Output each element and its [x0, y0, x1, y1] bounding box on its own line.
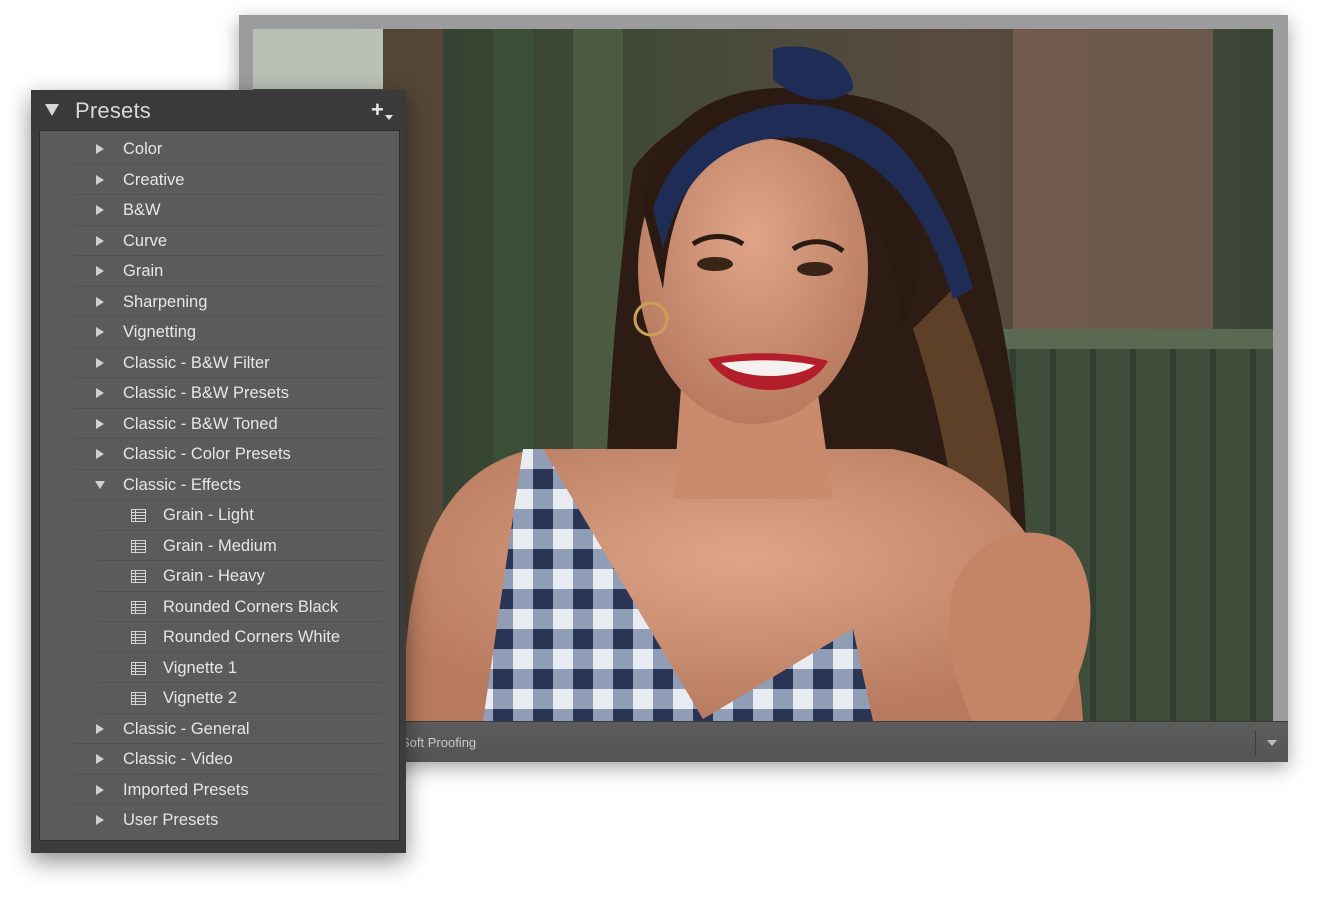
- preset-document-icon: [131, 661, 146, 675]
- disclosure-right-icon[interactable]: [96, 723, 106, 734]
- preset-item-label: Grain - Light: [163, 506, 254, 524]
- triangle-down-icon[interactable]: [45, 104, 59, 116]
- preset-group-label: Grain: [123, 262, 164, 280]
- preset-group-curve[interactable]: Curve: [74, 226, 383, 256]
- preset-item-label: Grain - Heavy: [163, 567, 265, 585]
- preset-group-label: Curve: [123, 231, 168, 250]
- preset-group-label: Classic - B&W Filter: [123, 353, 270, 372]
- disclosure-right-icon[interactable]: [96, 449, 106, 459]
- preset-item-rounded-corners-white[interactable]: Rounded Corners White: [98, 622, 383, 653]
- preset-group-label: Vignetting: [123, 323, 197, 341]
- disclosure-right-icon[interactable]: [96, 144, 106, 154]
- preset-group-label: Classic - Effects: [123, 475, 241, 494]
- chevron-down-icon[interactable]: [1264, 735, 1280, 751]
- preset-group-creative[interactable]: Creative: [74, 165, 383, 195]
- disclosure-right-icon[interactable]: [96, 266, 106, 276]
- preset-item-label: Vignette 1: [163, 658, 238, 677]
- preset-group-label: Creative: [123, 170, 185, 189]
- toolbar-divider: [1255, 730, 1256, 756]
- preset-document-icon: [131, 570, 146, 583]
- preset-document-icon: [131, 539, 146, 553]
- disclosure-right-icon[interactable]: [96, 205, 106, 215]
- preset-group-classic-bw-presets[interactable]: Classic - B&W Presets: [74, 378, 383, 409]
- preset-group-label: Classic - Color Presets: [123, 445, 291, 463]
- preset-group-label: Classic - General: [123, 719, 250, 738]
- preset-group-label: Sharpening: [123, 292, 208, 311]
- plus-icon[interactable]: +: [371, 99, 395, 123]
- preset-document-icon: [131, 692, 146, 705]
- preset-group-classic-bw-toned[interactable]: Classic - B&W Toned: [74, 409, 383, 439]
- disclosure-right-icon[interactable]: [96, 784, 106, 795]
- preset-group-label: B&W: [123, 201, 161, 219]
- preset-group-color[interactable]: Color: [74, 134, 383, 165]
- preset-group-classic-video[interactable]: Classic - Video: [74, 744, 383, 775]
- preset-group-sharpening[interactable]: Sharpening: [74, 287, 383, 317]
- preset-item-label: Grain - Medium: [163, 536, 277, 555]
- preset-group-bw[interactable]: B&W: [74, 195, 383, 226]
- preset-item-grain-light[interactable]: Grain - Light: [98, 500, 383, 531]
- preset-list: Color Creative B&W Curve Grain Sharpenin…: [39, 130, 400, 841]
- preset-item-grain-heavy[interactable]: Grain - Heavy: [98, 561, 383, 592]
- preset-item-vignette-1[interactable]: Vignette 1: [98, 653, 383, 683]
- preset-group-imported-presets[interactable]: Imported Presets: [74, 775, 383, 805]
- preset-group-label: Classic - B&W Toned: [123, 414, 278, 433]
- preset-item-label: Vignette 2: [163, 689, 238, 707]
- preset-group-classic-general[interactable]: Classic - General: [74, 714, 383, 744]
- preset-group-user-presets[interactable]: User Presets: [74, 805, 383, 836]
- soft-proofing-label[interactable]: Soft Proofing: [401, 735, 476, 750]
- disclosure-right-icon[interactable]: [96, 174, 106, 185]
- disclosure-right-icon[interactable]: [96, 296, 106, 307]
- preset-group-label: User Presets: [123, 811, 219, 829]
- disclosure-right-icon[interactable]: [96, 357, 106, 368]
- preset-document-icon: [131, 509, 146, 522]
- disclosure-right-icon[interactable]: [96, 327, 106, 337]
- disclosure-down-icon[interactable]: [95, 480, 106, 490]
- disclosure-right-icon[interactable]: [96, 388, 106, 398]
- presets-panel-header[interactable]: Presets +: [31, 90, 406, 130]
- portrait-photo: [253, 29, 1273, 721]
- preset-group-label: Color: [123, 140, 163, 158]
- disclosure-right-icon[interactable]: [96, 235, 106, 246]
- preset-group-label: Imported Presets: [123, 780, 249, 799]
- preset-group-classic-effects[interactable]: Classic - Effects: [74, 470, 383, 500]
- panel-title: Presets: [75, 98, 151, 123]
- disclosure-right-icon[interactable]: [96, 815, 106, 825]
- preset-document-icon: [131, 600, 146, 614]
- presets-panel: Presets + Color Creative B&W Curve Grain…: [31, 90, 406, 853]
- preset-item-label: Rounded Corners Black: [163, 597, 339, 616]
- preset-item-label: Rounded Corners White: [163, 628, 341, 646]
- preset-group-label: Classic - Video: [123, 750, 233, 768]
- preset-item-rounded-corners-black[interactable]: Rounded Corners Black: [98, 592, 383, 622]
- preset-group-classic-color-presets[interactable]: Classic - Color Presets: [74, 439, 383, 470]
- preset-item-grain-medium[interactable]: Grain - Medium: [98, 531, 383, 561]
- preset-item-vignette-2[interactable]: Vignette 2: [98, 683, 383, 714]
- preset-document-icon: [131, 631, 146, 644]
- photo-preview[interactable]: [253, 29, 1273, 721]
- preset-group-label: Classic - B&W Presets: [123, 384, 289, 402]
- preset-group-grain[interactable]: Grain: [74, 256, 383, 287]
- preset-group-classic-bw-filter[interactable]: Classic - B&W Filter: [74, 348, 383, 378]
- preset-group-vignetting[interactable]: Vignetting: [74, 317, 383, 348]
- disclosure-right-icon[interactable]: [96, 754, 106, 764]
- disclosure-right-icon[interactable]: [96, 418, 106, 429]
